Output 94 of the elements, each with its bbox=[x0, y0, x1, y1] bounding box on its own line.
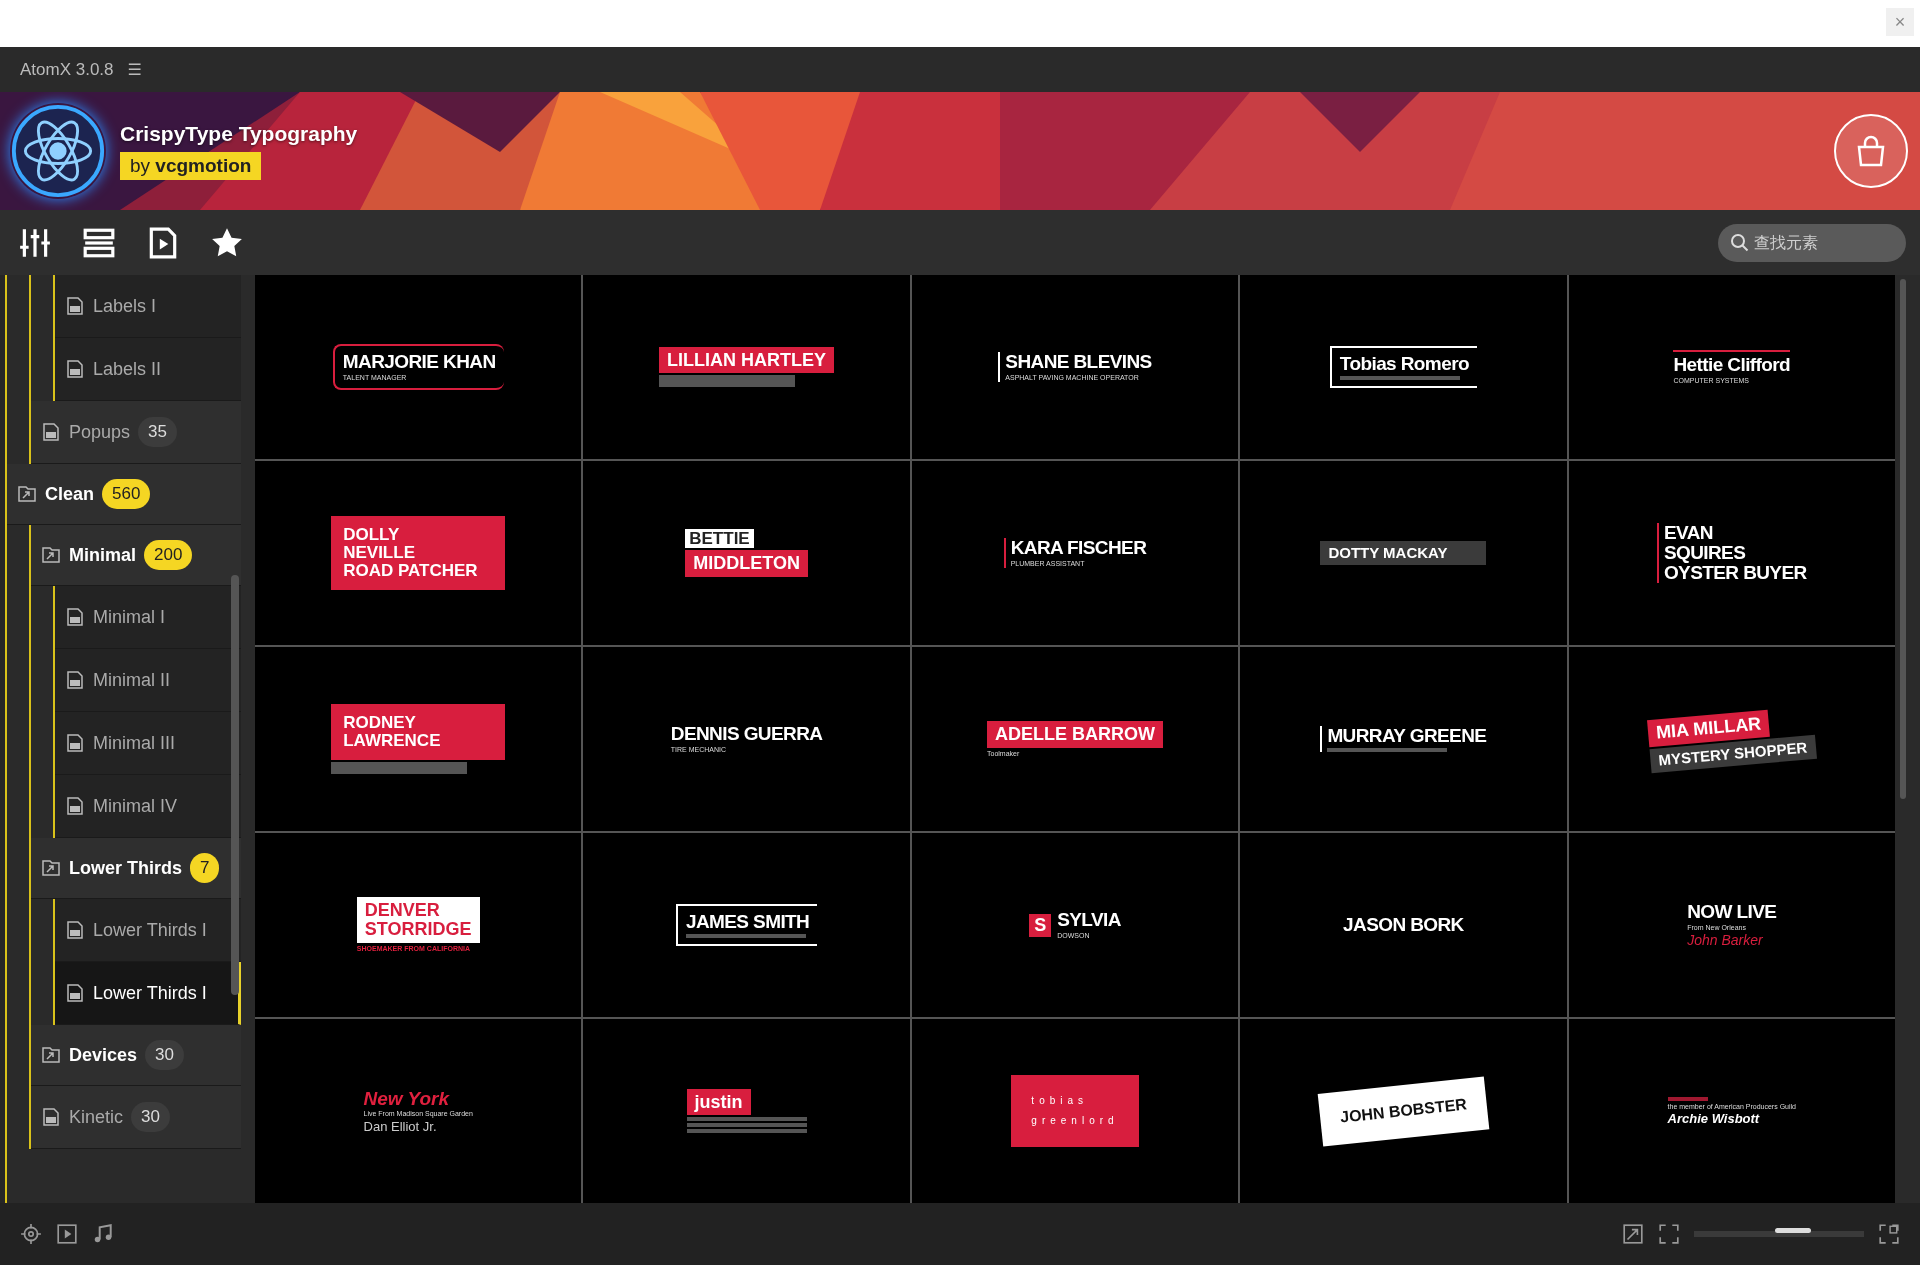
title-text: Hettie Clifford bbox=[1673, 354, 1791, 375]
name-banner: BETTIE bbox=[685, 528, 754, 549]
file-icon bbox=[65, 920, 85, 940]
caption-banner: DOTTY MACKAY bbox=[1320, 541, 1487, 565]
title-text: KARA FISCHER bbox=[1010, 538, 1147, 559]
tree-item[interactable]: Lower Thirds I bbox=[55, 899, 241, 962]
slider-thumb[interactable] bbox=[1774, 1228, 1811, 1233]
author-badge: by vcgmotion bbox=[120, 152, 262, 180]
search-field[interactable]: 查找元素 bbox=[1718, 223, 1906, 262]
name-card: JOHN BOBSTER bbox=[1317, 1076, 1490, 1146]
fullscreen-icon[interactable] bbox=[1878, 1223, 1900, 1245]
title-text: SYLVIA bbox=[1057, 910, 1121, 931]
count-badge: 7 bbox=[190, 853, 220, 883]
name-card: tobias greenlord bbox=[1011, 1075, 1139, 1147]
search-icon bbox=[1730, 232, 1750, 253]
template-thumbnail[interactable]: DOTTY MACKAY bbox=[1240, 461, 1567, 645]
template-thumbnail[interactable]: EVAN SQUIRES OYSTER BUYER bbox=[1568, 461, 1895, 645]
folder-arrow-icon bbox=[41, 1045, 61, 1065]
file-icon bbox=[41, 422, 61, 442]
scrollbar[interactable] bbox=[231, 575, 239, 995]
blurred-caption bbox=[1667, 1096, 1708, 1101]
template-thumbnail[interactable]: LILLIAN HARTLEY bbox=[583, 275, 910, 459]
tree-item[interactable]: Lower Thirds I bbox=[55, 962, 241, 1025]
template-thumbnail[interactable]: RODNEY LAWRENCE bbox=[255, 647, 582, 831]
name-banner: LILLIAN HARTLEY bbox=[659, 346, 835, 374]
resize-icon[interactable] bbox=[1622, 1223, 1644, 1245]
music-note-icon[interactable] bbox=[92, 1223, 114, 1245]
name-banner: RODNEY LAWRENCE bbox=[331, 704, 506, 760]
subtitle-text: Dan Elliot Jr. bbox=[363, 1119, 437, 1134]
title-text: JAMES SMITH bbox=[685, 912, 810, 932]
tree-item[interactable]: Minimal III bbox=[55, 712, 241, 775]
title-text: DENNIS GUERRA bbox=[670, 724, 823, 745]
folder-arrow-icon bbox=[17, 484, 37, 504]
name-banner: DOLLY NEVILLE ROAD PATCHER bbox=[331, 516, 506, 590]
initial-tile: S bbox=[1029, 913, 1052, 937]
tree-item[interactable]: Kinetic 30 bbox=[31, 1086, 241, 1149]
template-thumbnail[interactable]: justin bbox=[583, 1019, 910, 1203]
zoom-slider[interactable] bbox=[1694, 1231, 1864, 1237]
window-title: AtomX 3.0.8 bbox=[20, 59, 114, 80]
template-thumbnail[interactable]: BETTIE MIDDLETON bbox=[583, 461, 910, 645]
tree-item[interactable]: Minimal II bbox=[55, 649, 241, 712]
count-badge: 35 bbox=[138, 417, 177, 447]
menu-button[interactable]: ☰ bbox=[127, 60, 142, 79]
tree-item[interactable]: Minimal I bbox=[55, 586, 241, 649]
title-text: New York bbox=[363, 1088, 450, 1109]
play-icon[interactable] bbox=[56, 1223, 78, 1245]
title-text: MURRAY GREENE bbox=[1327, 726, 1487, 746]
file-icon bbox=[41, 1107, 61, 1127]
template-thumbnail[interactable]: MURRAY GREENE bbox=[1240, 647, 1567, 831]
file-icon bbox=[65, 359, 85, 379]
folder-arrow-icon bbox=[41, 858, 61, 878]
tree-item[interactable]: Labels I bbox=[55, 275, 241, 338]
title-text: Archie Wisbott bbox=[1667, 1111, 1760, 1126]
script-text: John Barker bbox=[1687, 933, 1763, 948]
template-thumbnail[interactable]: JAMES SMITH bbox=[583, 833, 910, 1017]
count-badge: 560 bbox=[102, 479, 151, 509]
name-banner: ADELLE BARROW bbox=[987, 720, 1163, 748]
tree-item[interactable]: Lower Thirds 7 bbox=[31, 838, 241, 899]
template-thumbnail[interactable]: DOLLY NEVILLE ROAD PATCHER bbox=[255, 461, 582, 645]
tree-item[interactable]: Minimal IV bbox=[55, 775, 241, 838]
template-thumbnail[interactable]: Tobias Romero bbox=[1240, 275, 1567, 459]
target-icon[interactable] bbox=[20, 1223, 42, 1245]
tree-item[interactable]: Clean 560 bbox=[7, 464, 241, 525]
file-icon bbox=[65, 607, 85, 627]
file-icon bbox=[65, 983, 85, 1003]
scrollbar[interactable] bbox=[1900, 279, 1906, 799]
tree-item[interactable]: Popups 35 bbox=[31, 401, 241, 464]
count-badge: 30 bbox=[145, 1040, 184, 1070]
name-banner: justin bbox=[686, 1088, 751, 1116]
file-icon bbox=[65, 296, 85, 316]
name-banner: MIDDLETON bbox=[685, 550, 808, 578]
title-text: MARJORIE KHAN bbox=[342, 352, 496, 373]
template-thumbnail[interactable]: JASON BORK bbox=[1240, 833, 1567, 1017]
tree-item[interactable]: Labels II bbox=[55, 338, 241, 401]
title-text: NOW LIVE bbox=[1687, 902, 1777, 922]
atom-logo-icon bbox=[10, 103, 106, 199]
file-icon bbox=[65, 733, 85, 753]
tree-item[interactable]: Minimal 200 bbox=[31, 525, 241, 586]
pack-title: CrispyType Typography bbox=[120, 122, 358, 146]
count-badge: 200 bbox=[144, 540, 193, 570]
tree-item[interactable]: Devices 30 bbox=[31, 1025, 241, 1086]
count-badge: 30 bbox=[131, 1102, 170, 1132]
fit-icon[interactable] bbox=[1658, 1223, 1680, 1245]
file-icon bbox=[65, 670, 85, 690]
name-banner: DENVER STORRIDGE bbox=[356, 897, 480, 944]
folder-arrow-icon bbox=[41, 545, 61, 565]
title-text: JASON BORK bbox=[1343, 915, 1464, 935]
title-text: Tobias Romero bbox=[1339, 354, 1469, 374]
title-text: EVAN SQUIRES OYSTER BUYER bbox=[1663, 523, 1807, 583]
template-thumbnail[interactable]: JOHN BOBSTER bbox=[1240, 1019, 1567, 1203]
template-thumbnail[interactable]: MIA MILLAR MYSTERY SHOPPER bbox=[1568, 647, 1895, 831]
file-icon bbox=[65, 796, 85, 816]
title-text: SHANE BLEVINS bbox=[1005, 352, 1152, 373]
template-thumbnail[interactable]: tobias greenlord bbox=[911, 1019, 1239, 1203]
